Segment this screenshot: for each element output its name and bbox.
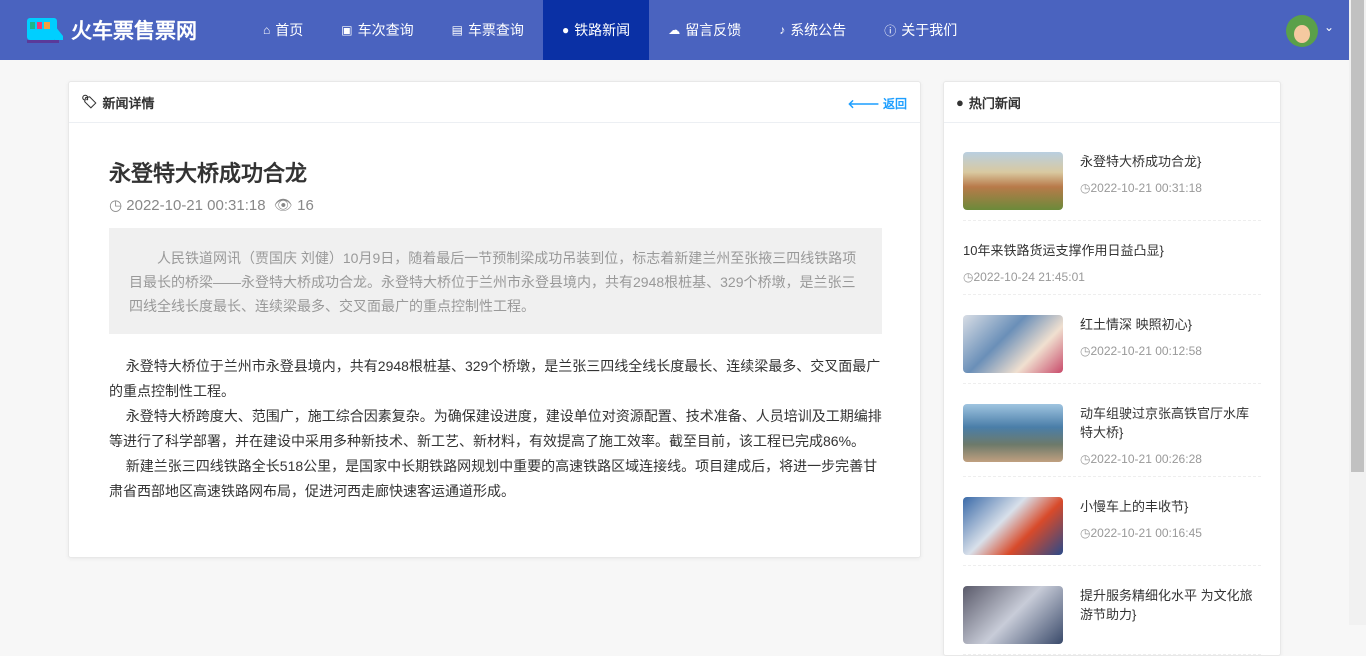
news-thumbnail[interactable] [963,152,1063,210]
hot-news-date: ◷2022-10-24 21:45:01 [963,270,1085,284]
nav-item-0[interactable]: ⌂ 首页 [244,0,322,60]
info-icon: ⓘ [884,23,897,38]
clock-icon: ◷ [1080,181,1091,195]
comments-icon: ☁ [668,23,681,37]
globe-icon: ● [561,23,570,37]
hot-news-card: ● 热门新闻 永登特大桥成功合龙} ◷2022-10-21 00:31:18 10年来… [943,81,1281,656]
news-thumbnail[interactable] [963,404,1063,462]
nav-label: 留言反馈 [685,22,742,38]
brand-name: 火车票售票网 [71,20,197,43]
hot-news-date: ◷2022-10-21 00:31:18 [1080,181,1202,195]
nav-item-1[interactable]: ▣ 车次查询 [322,0,432,60]
clock-icon: ◷ [1080,452,1091,466]
clock-icon: ◷ [109,197,127,214]
news-body: 永登特大桥位于兰州市永登县境内，共有2948根桩基、329个桥墩，是兰张三四线全… [109,354,882,504]
nav-item-6[interactable]: ⓘ 关于我们 [865,0,976,60]
hot-news-item[interactable]: 10年来铁路货运支撑作用日益凸显} ◷2022-10-24 21:45:01 [963,221,1261,295]
paragraph: 新建兰张三四线铁路全长518公里，是国家中长期铁路网规划中重要的高速铁路区域连接… [109,458,878,499]
top-navbar: 火车票售票网 ⌂ 首页 ▣ 车次查询 ▤ 车票查询 ● 铁路新闻 ☁ 留言反馈 ♪ 系统公告 ⓘ 关于我们… [0,0,1349,60]
back-button[interactable]: 🡐 返回 [847,95,907,112]
hot-news-item[interactable]: 提升服务精细化水平 为文化旅游节助力} [963,566,1261,655]
bell-icon: ♪ [779,23,786,37]
hot-news-item[interactable]: 永登特大桥成功合龙} ◷2022-10-21 00:31:18 [963,132,1261,221]
news-thumbnail[interactable] [963,497,1063,555]
news-datetime: 2022-10-21 00:31:18 [126,197,266,214]
ticket-icon: ▤ [451,23,463,37]
nav-item-3[interactable]: ● 铁路新闻 [542,0,650,60]
hot-news-date: ◷2022-10-21 00:26:28 [1080,452,1202,466]
hot-news-item[interactable]: 动车组驶过京张高铁官厅水库特大桥} ◷2022-10-21 00:26:28 [963,384,1261,477]
home-icon: ⌂ [263,23,271,37]
brand-logo[interactable]: 火车票售票网 [27,15,244,45]
clock-icon: ◷ [1080,344,1091,358]
news-title: 永登特大桥成功合龙 [109,161,308,186]
news-detail-card: 🏷 新闻详情 🡐 返回 永登特大桥成功合龙 ◷ 2022-10-21 00:31:… [68,81,921,558]
vertical-scrollbar[interactable] [1349,0,1366,625]
train-logo-icon [27,16,63,44]
nav-label: 首页 [275,22,304,38]
user-avatar[interactable] [1286,15,1318,47]
news-summary: 人民铁道网讯（贾国庆 刘健）10月9日，随着最后一节预制梁成功吊装到位，标志着新… [109,228,882,334]
arrow-left-icon: 🡐 [847,97,883,111]
hot-news-title[interactable]: 永登特大桥成功合龙} [1080,152,1202,171]
nav-item-4[interactable]: ☁ 留言反馈 [649,0,760,60]
tags-icon: 🏷 [81,94,98,109]
globe-icon: ● [956,94,964,110]
nav-label: 系统公告 [790,22,847,38]
nav-item-2[interactable]: ▤ 车票查询 [433,0,543,60]
hot-news-title[interactable]: 动车组驶过京张高铁官厅水库特大桥} [1080,404,1261,442]
nav-label: 车次查询 [357,22,414,38]
paragraph: 永登特大桥位于兰州市永登县境内，共有2948根桩基、329个桥墩，是兰张三四线全… [109,358,881,399]
hot-news-item[interactable]: 红土情深 映照初心} ◷2022-10-21 00:12:58 [963,295,1261,384]
view-count: 16 [297,197,314,214]
hot-news-title[interactable]: 红土情深 映照初心} [1080,315,1202,334]
paragraph: 永登特大桥跨度大、范围广，施工综合因素复杂。为确保建设进度，建设单位对资源配置、… [109,408,882,449]
nav-label: 车票查询 [467,22,524,38]
news-thumbnail[interactable] [963,315,1063,373]
nav-label: 关于我们 [901,22,958,38]
scrollbar-thumb[interactable] [1351,0,1364,472]
chevron-down-icon[interactable]: ⌄ [1324,20,1334,34]
news-meta: ◷ 2022-10-21 00:31:18 👁 16 [109,196,314,214]
hot-news-item[interactable]: 小慢车上的丰收节} ◷2022-10-21 00:16:45 [963,477,1261,566]
hot-news-date: ◷2022-10-21 00:16:45 [1080,526,1202,540]
nav-item-5[interactable]: ♪ 系统公告 [760,0,865,60]
train-icon: ▣ [341,23,353,37]
hot-news-title[interactable]: 10年来铁路货运支撑作用日益凸显} [963,241,1164,260]
eye-icon: 👁 [273,197,298,214]
hot-news-date: ◷2022-10-21 00:12:58 [1080,344,1202,358]
hot-news-title[interactable]: 提升服务精细化水平 为文化旅游节助力} [1080,586,1261,624]
hot-news-list: 永登特大桥成功合龙} ◷2022-10-21 00:31:18 10年来铁路货运支撑… [944,123,1280,655]
news-thumbnail[interactable] [963,586,1063,644]
hot-news-title[interactable]: 小慢车上的丰收节} [1080,497,1202,516]
clock-icon: ◷ [963,270,974,284]
card-title: 热门新闻 [968,95,1021,111]
clock-icon: ◷ [1080,526,1091,540]
card-title: 新闻详情 [102,95,155,111]
nav-label: 铁路新闻 [574,22,631,38]
